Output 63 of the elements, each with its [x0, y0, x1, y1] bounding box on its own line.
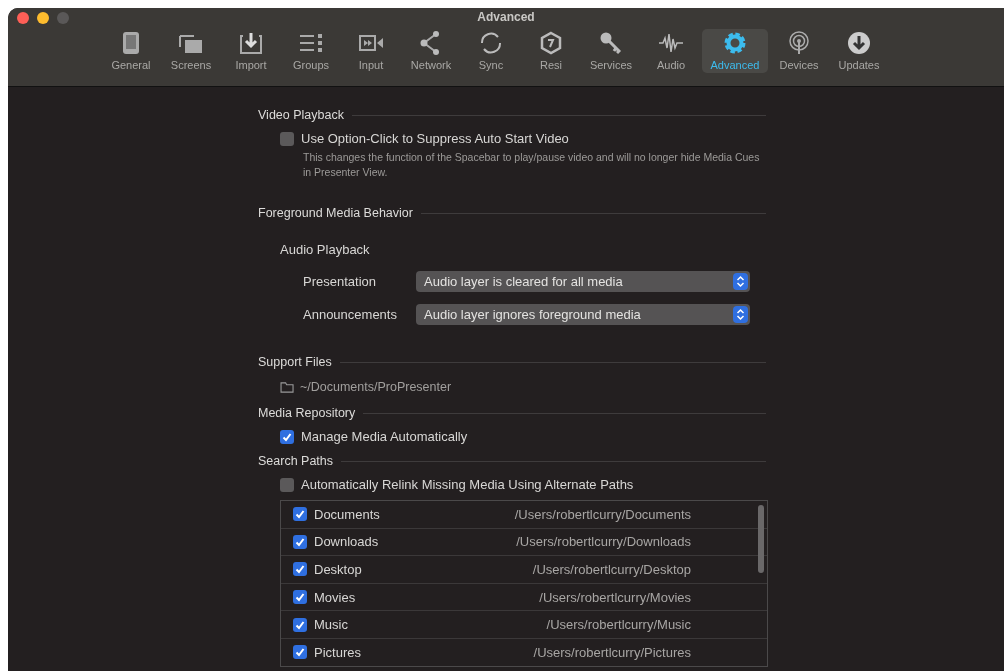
- toolbar-tab[interactable]: Input: [342, 29, 400, 73]
- toolbar-tab[interactable]: Import: [222, 29, 280, 73]
- folder-name: Movies: [314, 589, 357, 605]
- folder-path: /Users/robertlcurry/Desktop: [532, 562, 691, 577]
- dropdown[interactable]: Audio layer ignores foreground media: [416, 304, 750, 325]
- minimize-button[interactable]: [37, 12, 49, 24]
- folder-path: /Users/robertlcurry/Downloads: [516, 534, 691, 550]
- folder-path: /Users/robertlcurry/Pictures: [533, 644, 691, 660]
- toolbar-tab[interactable]: Audio: [642, 29, 700, 73]
- folder-name: Documents: [314, 506, 381, 522]
- toolbar-tab[interactable]: Devices: [770, 29, 828, 73]
- waveform-icon: [658, 31, 684, 55]
- folder-name: Music: [314, 617, 349, 633]
- section-heading: Foreground Media Behavior: [258, 206, 413, 220]
- list-icon: [298, 31, 324, 55]
- folder-name: Desktop: [314, 562, 363, 577]
- toolbar-tab[interactable]: Groups: [282, 29, 340, 73]
- toolbar-tab[interactable]: Updates: [830, 29, 888, 73]
- folder-name: Pictures: [314, 644, 362, 660]
- checkbox[interactable]: [293, 562, 307, 577]
- gear-icon: [722, 31, 748, 55]
- key-icon: [598, 31, 624, 55]
- folder-path: /Users/robertlcurry/Music: [546, 617, 691, 633]
- checkbox[interactable]: [293, 590, 307, 605]
- section-heading: Search Paths: [258, 454, 334, 468]
- folder-path: /Users/robertlcurry/Movies: [539, 589, 691, 605]
- dropdown[interactable]: Audio layer is cleared for all media: [416, 271, 750, 292]
- toolbar-tab[interactable]: Resi: [522, 29, 580, 73]
- checkbox[interactable]: [293, 534, 307, 549]
- toolbar-tab[interactable]: Network: [402, 29, 460, 73]
- download-icon: [238, 31, 264, 55]
- folder-path: ~/Documents/ProPresenter: [300, 380, 452, 394]
- checkbox-label: Automatically Relink Missing Media Using Alternate Paths: [301, 477, 634, 492]
- folder-path: /Users/robertlcurry/Documents: [514, 506, 691, 522]
- checkbox-label: Manage Media Automatically: [301, 429, 468, 444]
- section-heading: Support Files: [258, 355, 332, 369]
- section-heading: Video Playback: [258, 108, 344, 122]
- field-label: Presentation: [303, 274, 377, 289]
- toolbar-tab[interactable]: Advanced: [702, 29, 768, 73]
- close-button[interactable]: [17, 12, 29, 24]
- scrollbar[interactable]: [758, 505, 764, 573]
- description-text: This changes the function of the Spacebar to play/pause video and will no longer hide Media Cues in Presenter View.: [303, 150, 761, 180]
- checkbox[interactable]: [280, 477, 294, 492]
- window-title: Advanced: [477, 10, 535, 24]
- checkbox[interactable]: [280, 429, 294, 444]
- field-label: Announcements: [303, 307, 398, 322]
- folder-icon: [280, 381, 295, 393]
- folder-name: Downloads: [314, 534, 380, 550]
- checkbox[interactable]: [280, 131, 294, 146]
- sync-icon: [478, 31, 504, 55]
- hexagon-logo-icon: [538, 31, 564, 55]
- toolbar-tab[interactable]: Sync: [462, 29, 520, 73]
- checkbox[interactable]: [293, 507, 307, 522]
- checkbox[interactable]: [293, 645, 307, 660]
- toolbar-tab[interactable]: General: [102, 29, 160, 73]
- section-heading: Media Repository: [258, 406, 356, 420]
- toolbar-tab[interactable]: Services: [582, 29, 640, 73]
- toolbar-tab[interactable]: Screens: [162, 29, 220, 73]
- checkbox-label: Use Option-Click to Suppress Auto Start Video: [301, 131, 569, 146]
- checkbox[interactable]: [293, 617, 307, 632]
- subsection-heading: Audio Playback: [280, 242, 371, 257]
- download-circle-icon: [846, 31, 872, 55]
- antenna-icon: [786, 31, 812, 55]
